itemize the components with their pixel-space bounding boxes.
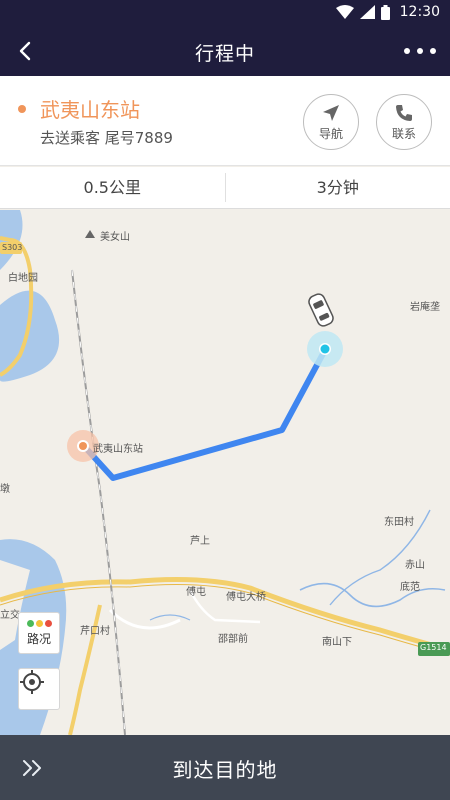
signal-icon [359,5,375,19]
destination-subtitle: 去送乘客 尾号7889 [40,129,173,147]
map-label: G1514 [420,643,447,652]
map-label: 岩庵垄 [410,302,440,313]
traffic-label: 路况 [26,631,51,646]
destination-card: 武夷山东站 去送乘客 尾号7889 导航 联系 [0,76,450,166]
map-label: 立交 [0,610,20,621]
status-bar: 12:30 [0,0,450,26]
locate-button[interactable] [18,668,60,710]
map-label: 芦上 [190,536,210,547]
map-label: S303 [2,243,23,252]
battery-icon [380,4,390,20]
map-label: 傅屯大桥 [226,592,266,603]
status-time: 12:30 [399,4,440,20]
contact-label: 联系 [391,126,416,141]
destination-name: 武夷山东站 [40,98,140,122]
status-icons: 12:30 [335,4,440,20]
more-dots-icon [404,48,410,54]
map-view[interactable]: 美女山 S303 白地园 岩庵垄 武夷山东站 墩 东田村 芦上 赤山 底范 傅屯… [0,210,450,735]
duration-value: 3分钟 [316,178,359,197]
navigate-button[interactable]: 导航 [303,94,359,150]
map-label: 墩 [0,484,10,495]
contact-button[interactable]: 联系 [376,94,432,150]
more-dots-icon [430,48,436,54]
distance-value: 0.5公里 [83,178,141,197]
current-location-icon [320,344,330,354]
map-label: 美女山 [100,232,130,243]
wifi-icon [335,5,354,19]
map-label: 芹口村 [80,626,110,637]
title-bar: 行程中 [0,26,450,76]
trip-stats-bar: 0.5公里 3分钟 [0,167,450,209]
map-canvas [0,210,450,735]
traffic-light-icon [26,619,52,627]
map-label: 东田村 [384,517,414,528]
more-button[interactable] [404,43,436,59]
more-dots-icon [417,48,423,54]
crosshair-icon [20,670,44,694]
arrive-slider-bar[interactable]: 到达目的地 [0,735,450,800]
map-label: 傅屯 [186,587,206,598]
destination-marker-icon [79,442,87,450]
map-label: 白地园 [8,273,38,284]
map-label: 底范 [400,582,420,593]
phone-icon [396,104,412,121]
map-label: 赤山 [405,560,425,571]
map-label: 邵部前 [218,634,248,645]
arrive-destination-label: 到达目的地 [172,758,278,782]
navigation-arrow-icon [323,104,339,121]
destination-dot-icon [18,105,26,113]
traffic-toggle-button[interactable]: 路况 [18,612,60,654]
map-label: 武夷山东站 [93,444,143,455]
navigate-label: 导航 [318,126,343,141]
page-title: 行程中 [194,43,255,65]
map-label: 南山下 [322,637,352,648]
